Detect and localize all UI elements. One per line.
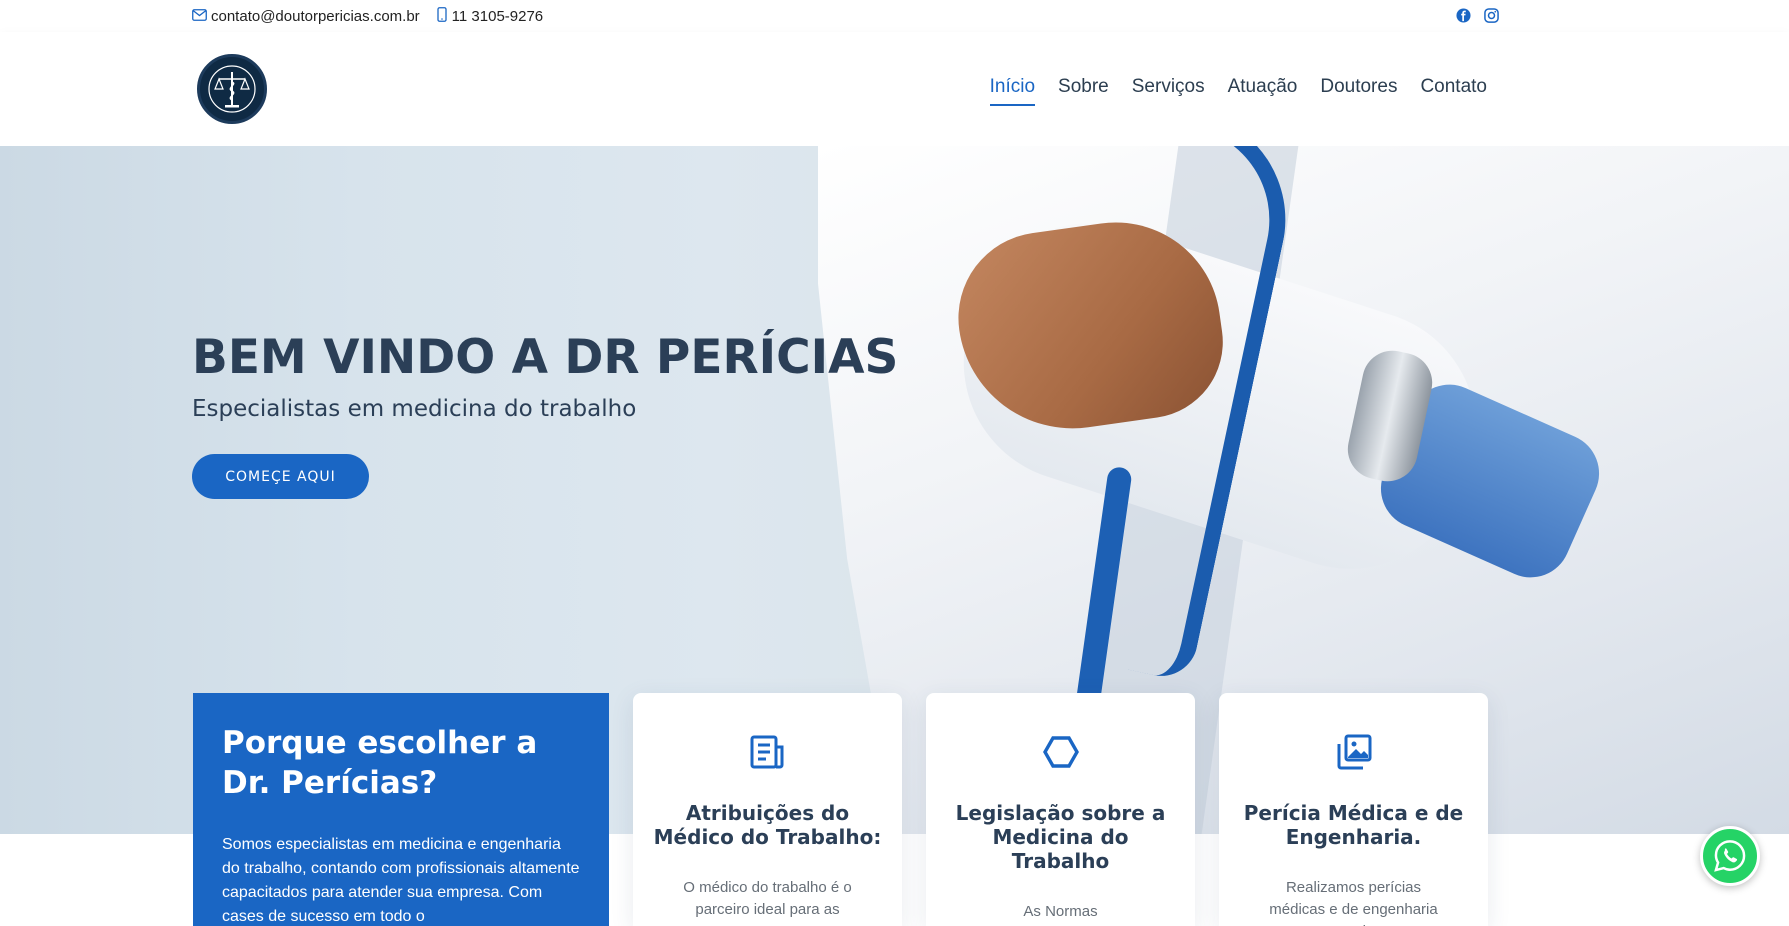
site-logo[interactable] [197, 54, 267, 124]
whatsapp-button[interactable] [1700, 826, 1760, 886]
why-choose-panel: Porque escolher a Dr. Perícias? Somos es… [193, 693, 609, 926]
card-title: Atribuições do Médico do Trabalho: [653, 801, 882, 849]
nav-item-contato[interactable]: Contato [1420, 76, 1487, 104]
document-icon [749, 733, 787, 771]
instagram-icon[interactable] [1483, 7, 1500, 24]
why-choose-text: Somos especialistas em medicina e engenh… [222, 836, 580, 925]
card-text: As Normas Regulamentadoras de [987, 903, 1135, 926]
card-text: O médico do trabalho é o parceiro ideal … [683, 879, 852, 918]
envelope-icon [192, 8, 211, 25]
nav-item-servicos[interactable]: Serviços [1132, 76, 1205, 104]
phone-link[interactable]: 11 3105-9276 [436, 7, 543, 26]
top-bar: contato@doutorpericias.com.br 11 3105-92… [0, 0, 1789, 32]
card-title: Legislação sobre a Medicina do Trabalho [955, 801, 1166, 873]
email-text: contato@doutorpericias.com.br [211, 8, 420, 25]
why-choose-title: Porque escolher a Dr. Perícias? [222, 725, 538, 801]
hero-subtitle: Especialistas em medicina do trabalho [192, 396, 637, 422]
nav-item-doutores[interactable]: Doutores [1320, 76, 1397, 104]
nav-item-inicio[interactable]: Início [989, 76, 1036, 106]
phone-text: 11 3105-9276 [451, 8, 544, 25]
contact-info: contato@doutorpericias.com.br 11 3105-92… [192, 7, 559, 26]
main-nav: Início Sobre Serviços Atuação Doutores C… [967, 76, 1487, 106]
scales-caduceus-logo [208, 65, 256, 113]
images-icon [1335, 733, 1373, 771]
email-link[interactable]: contato@doutorpericias.com.br [192, 8, 420, 25]
social-links [1444, 7, 1500, 24]
card-title: Perícia Médica e de Engenharia. [1243, 801, 1464, 849]
hexagon-icon [1042, 733, 1080, 771]
whatsapp-icon [1714, 840, 1746, 872]
feature-card-atribuicoes[interactable]: Atribuições do Médico do Trabalho: O méd… [633, 693, 902, 926]
nav-item-sobre[interactable]: Sobre [1058, 76, 1109, 104]
nav-item-atuacao[interactable]: Atuação [1228, 76, 1298, 104]
phone-icon [436, 7, 452, 26]
card-text: Realizamos perícias médicas e de engenha… [1269, 879, 1438, 926]
get-started-button[interactable]: COMEÇE AQUI [192, 454, 369, 499]
hero-title: BEM VINDO A DR PERÍCIAS [192, 330, 899, 385]
site-header: Início Sobre Serviços Atuação Doutores C… [0, 32, 1789, 146]
feature-card-pericia[interactable]: Perícia Médica e de Engenharia. Realizam… [1219, 693, 1488, 926]
feature-card-legislacao[interactable]: Legislação sobre a Medicina do Trabalho … [926, 693, 1195, 926]
facebook-icon[interactable] [1455, 7, 1472, 24]
